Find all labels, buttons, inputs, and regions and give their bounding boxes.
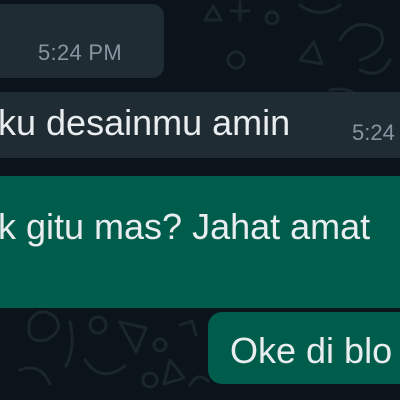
- message-bubble-incoming[interactable]: 5:24 PM: [0, 4, 164, 78]
- message-text: Oke di blo: [230, 330, 393, 371]
- message-text: ku desainmu amin: [0, 102, 291, 143]
- message-text: k gitu mas? Jahat amat: [0, 206, 371, 247]
- message-timestamp: 5:24: [352, 120, 395, 145]
- message-timestamp: 5:24 PM: [38, 40, 123, 65]
- message-bubble-outgoing[interactable]: Oke di blo: [208, 312, 400, 384]
- message-bubble-outgoing[interactable]: k gitu mas? Jahat amat: [0, 176, 400, 308]
- message-bubble-incoming[interactable]: ku desainmu amin 5:24: [0, 92, 400, 158]
